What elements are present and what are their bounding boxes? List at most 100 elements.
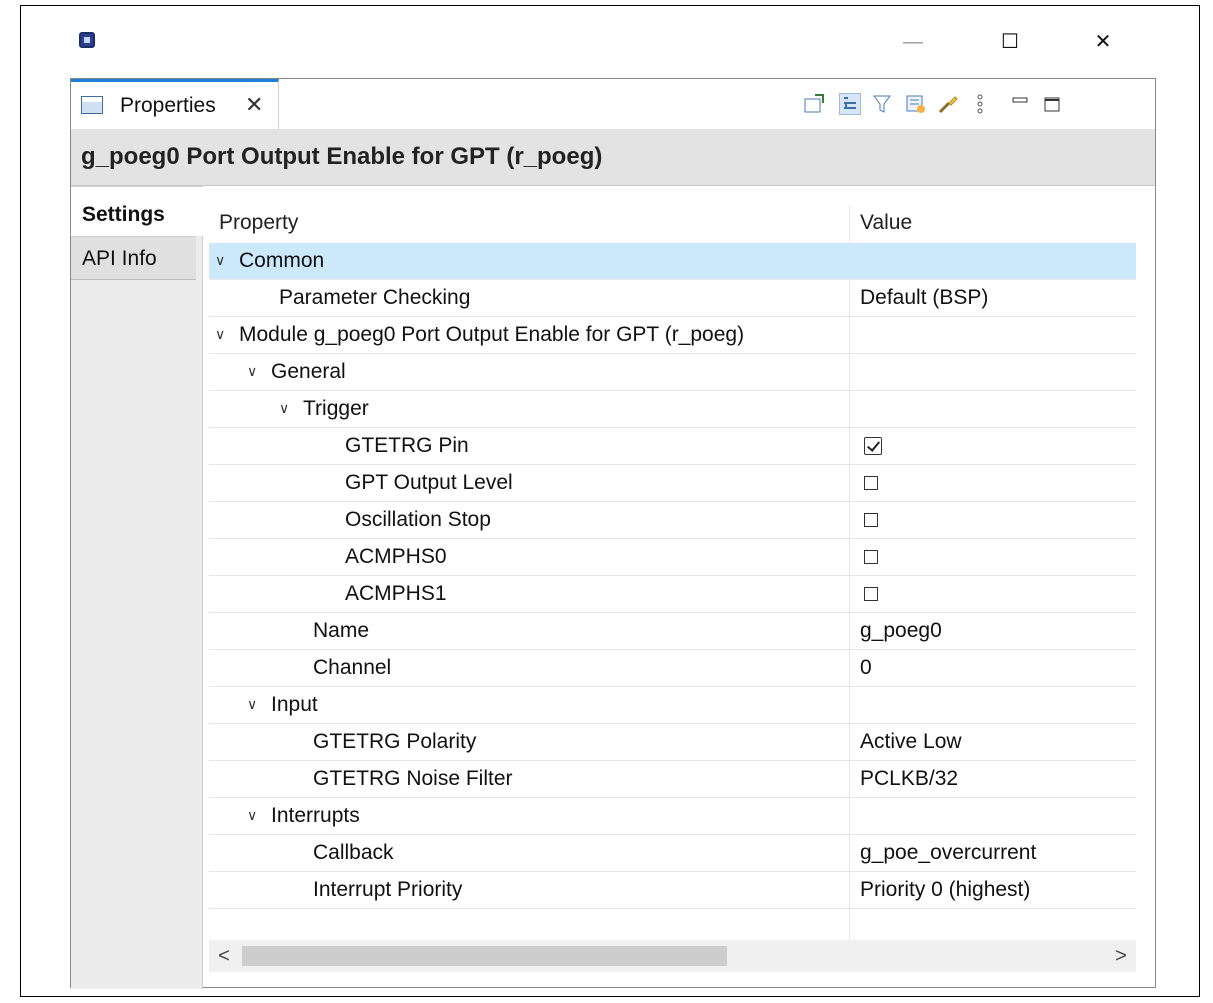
property-label: GPT Output Level — [345, 471, 513, 494]
table-row[interactable]: ACMPHS0 — [209, 539, 1136, 576]
table-row[interactable]: ACMPHS1 — [209, 576, 1136, 613]
table-row[interactable]: ∨ Input — [209, 687, 1136, 724]
property-label: Interrupt Priority — [313, 878, 463, 901]
column-header-property[interactable]: Property — [219, 205, 298, 241]
table-row[interactable]: ∨ Common — [209, 243, 1136, 280]
filter-icon[interactable] — [871, 93, 893, 115]
table-row[interactable]: ∨ General — [209, 354, 1136, 391]
property-cell: Channel — [313, 650, 391, 686]
tab-properties-label: Properties — [120, 94, 216, 117]
page-title: g_poeg0 Port Output Enable for GPT (r_po… — [81, 143, 603, 170]
property-cell: Interrupt Priority — [313, 872, 462, 908]
table-row[interactable]: Callback g_poe_overcurrent — [209, 835, 1136, 872]
scroll-right-icon[interactable]: > — [1106, 940, 1136, 972]
renesas-app-icon — [79, 32, 95, 48]
value-cell[interactable]: g_poeg0 — [860, 613, 942, 649]
table-row[interactable]: GTETRG Pin — [209, 428, 1136, 465]
tab-close-icon[interactable]: ✕ — [245, 92, 263, 118]
property-label: Channel — [313, 656, 392, 679]
value-cell[interactable]: Priority 0 (highest) — [860, 872, 1030, 908]
property-label: Module g_poeg0 Port Output Enable for GP… — [239, 323, 745, 346]
property-cell: ACMPHS0 — [345, 539, 447, 575]
horizontal-scrollbar[interactable]: < > — [209, 940, 1136, 972]
property-cell: ∨ Interrupts — [247, 798, 360, 834]
property-label: ACMPHS1 — [345, 582, 447, 605]
view-tab-bar: Properties ✕ — [71, 79, 1155, 129]
chevron-down-icon[interactable]: ∨ — [247, 353, 271, 389]
property-label: Trigger — [303, 397, 369, 420]
property-label: Name — [313, 619, 370, 642]
property-label: Common — [239, 249, 325, 272]
tab-properties[interactable]: Properties ✕ — [71, 79, 279, 129]
property-cell: Name — [313, 613, 369, 649]
maximize-window-button[interactable]: ☐ — [987, 22, 1033, 62]
table-row[interactable]: ∨ Interrupts — [209, 798, 1136, 835]
value-cell[interactable]: g_poe_overcurrent — [860, 835, 1036, 871]
chevron-down-icon[interactable]: ∨ — [215, 242, 239, 278]
property-cell: ∨ Common — [215, 243, 324, 279]
table-row[interactable]: Name g_poeg0 — [209, 613, 1136, 650]
maximize-view-icon[interactable] — [1041, 93, 1063, 115]
value-cell[interactable]: Default (BSP) — [860, 280, 988, 316]
table-row[interactable]: Interrupt Priority Priority 0 (highest) — [209, 872, 1136, 909]
value-cell[interactable]: Active Low — [860, 724, 962, 760]
table-row[interactable]: GTETRG Polarity Active Low — [209, 724, 1136, 761]
value-checkbox[interactable] — [864, 513, 878, 527]
property-cell: ACMPHS1 — [345, 576, 447, 612]
property-table: Property Value ∨ Common Parameter Checking… — [209, 205, 1136, 946]
property-label: GTETRG Noise Filter — [313, 767, 513, 790]
value-checkbox[interactable] — [864, 476, 878, 490]
property-cell: Callback — [313, 835, 394, 871]
chevron-down-icon[interactable]: ∨ — [247, 686, 271, 722]
table-row[interactable]: ∨ Trigger — [209, 391, 1136, 428]
column-header-value[interactable]: Value — [860, 205, 912, 241]
properties-table-icon — [81, 96, 103, 114]
restore-default-icon[interactable] — [937, 93, 959, 115]
table-row[interactable]: GPT Output Level — [209, 465, 1136, 502]
property-cell: GTETRG Noise Filter — [313, 761, 513, 797]
value-checkbox[interactable] — [864, 437, 882, 455]
property-cell: Oscillation Stop — [345, 502, 491, 538]
property-label: Input — [271, 693, 318, 716]
minimize-view-icon[interactable] — [1009, 93, 1031, 115]
property-label: General — [271, 360, 346, 383]
property-label: GTETRG Pin — [345, 434, 469, 457]
table-row[interactable]: Channel 0 — [209, 650, 1136, 687]
value-checkbox[interactable] — [864, 587, 878, 601]
scroll-thumb[interactable] — [242, 946, 727, 966]
chevron-down-icon[interactable]: ∨ — [247, 797, 271, 833]
show-categories-icon[interactable] — [839, 93, 861, 115]
table-row[interactable]: Parameter Checking Default (BSP) — [209, 280, 1136, 317]
pin-view-icon[interactable] — [803, 93, 825, 115]
side-tab-strip: Settings API Info — [71, 186, 203, 989]
property-label: ACMPHS0 — [345, 545, 447, 568]
close-window-button[interactable]: ✕ — [1080, 22, 1126, 62]
property-cell: Parameter Checking — [279, 280, 470, 316]
property-cell: ∨ Module g_poeg0 Port Output Enable for G… — [215, 317, 744, 353]
value-cell[interactable]: 0 — [860, 650, 872, 686]
property-label: GTETRG Polarity — [313, 730, 477, 753]
property-label: Oscillation Stop — [345, 508, 491, 531]
chevron-down-icon[interactable]: ∨ — [215, 316, 239, 352]
tab-api-info[interactable]: API Info — [71, 236, 196, 280]
show-advanced-icon[interactable] — [905, 93, 927, 115]
property-cell: GPT Output Level — [345, 465, 513, 501]
tab-settings[interactable]: Settings — [71, 186, 203, 236]
scroll-left-icon[interactable]: < — [209, 940, 239, 972]
page-title-band: g_poeg0 Port Output Enable for GPT (r_po… — [71, 129, 1155, 186]
value-checkbox[interactable] — [864, 550, 878, 564]
property-cell: ∨ Trigger — [279, 391, 369, 427]
property-cell: ∨ General — [247, 354, 346, 390]
minimize-window-button[interactable]: — — [890, 22, 936, 62]
property-cell: ∨ Input — [247, 687, 318, 723]
table-row[interactable]: Oscillation Stop — [209, 502, 1136, 539]
chevron-down-icon[interactable]: ∨ — [279, 390, 303, 426]
property-cell: GTETRG Polarity — [313, 724, 476, 760]
property-cell: GTETRG Pin — [345, 428, 469, 464]
value-cell[interactable]: PCLKB/32 — [860, 761, 958, 797]
table-row[interactable]: GTETRG Noise Filter PCLKB/32 — [209, 761, 1136, 798]
table-row[interactable]: ∨ Module g_poeg0 Port Output Enable for G… — [209, 317, 1136, 354]
property-label: Parameter Checking — [279, 286, 471, 309]
property-label: Interrupts — [271, 804, 360, 827]
view-menu-icon[interactable] — [969, 93, 991, 115]
